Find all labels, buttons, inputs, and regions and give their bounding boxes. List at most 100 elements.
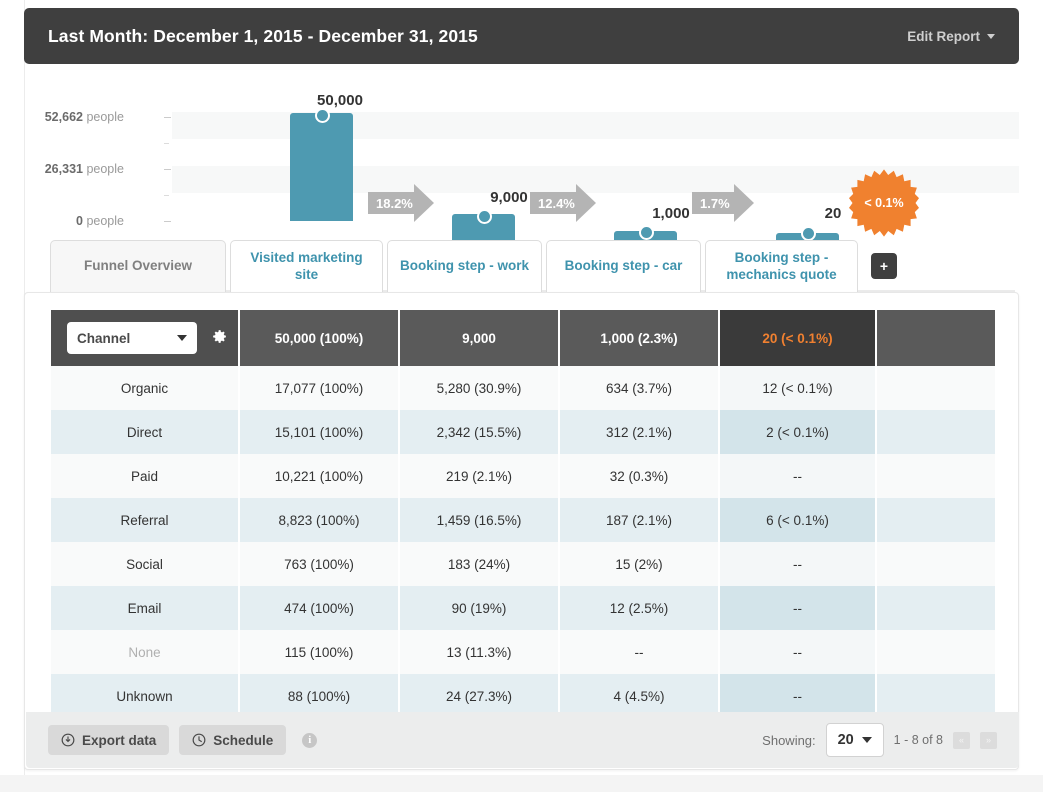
row-cell-blank — [876, 498, 997, 542]
axis-tick-mark — [164, 169, 171, 170]
row-cell: 183 (24%) — [399, 542, 560, 586]
funnel-chart: 52,662 people 26,331 people 0 people 50,… — [24, 80, 1019, 241]
row-cell: 2,342 (15.5%) — [399, 410, 560, 454]
conversion-arrow-2: 12.4% — [530, 184, 596, 222]
row-cell: 187 (2.1%) — [559, 498, 720, 542]
table-row[interactable]: Email 474 (100%) 90 (19%) 12 (2.5%) -- — [51, 586, 997, 630]
row-cell: 1,459 (16.5%) — [399, 498, 560, 542]
next-page-button[interactable]: » — [980, 731, 997, 749]
edit-report-button[interactable]: Edit Report — [907, 29, 995, 44]
row-cell: -- — [719, 542, 877, 586]
pagination-controls: Showing: 20 1 - 8 of 8 « » — [762, 723, 997, 757]
row-cell: 2 (< 0.1%) — [719, 410, 877, 454]
conversion-rate-label: 1.7% — [700, 195, 730, 211]
axis-tick-mark — [164, 117, 171, 118]
row-cell: 12 (2.5%) — [559, 586, 720, 630]
schedule-button[interactable]: Schedule — [179, 725, 287, 755]
y-axis-tick-top: 52,662 people — [44, 110, 124, 124]
tab-label: Booking step - work — [399, 258, 529, 274]
dimension-select[interactable]: Channel — [67, 322, 197, 354]
axis-tick-mark — [164, 195, 169, 196]
report-header-bar: Last Month: December 1, 2015 - December … — [24, 8, 1019, 64]
step-header-4[interactable]: 20 (< 0.1%) — [719, 310, 877, 366]
bar-marker-dot — [477, 209, 492, 224]
step-header-3[interactable]: 1,000 (2.3%) — [559, 310, 720, 366]
info-icon[interactable]: i — [302, 732, 318, 748]
edit-report-label: Edit Report — [907, 28, 980, 44]
row-cell: 12 (< 0.1%) — [719, 366, 877, 410]
row-dimension: Organic — [51, 366, 240, 410]
funnel-step-tabs: Funnel Overview Visited marketing site B… — [50, 240, 1015, 292]
report-page: Last Month: December 1, 2015 - December … — [0, 0, 1043, 792]
table-row[interactable]: None 115 (100%) 13 (11.3%) -- -- — [51, 630, 997, 674]
tab-label: Booking step - mechanics quote — [726, 249, 837, 282]
row-cell: 17,077 (100%) — [239, 366, 400, 410]
row-cell: 219 (2.1%) — [399, 454, 560, 498]
tab-label: Funnel Overview — [83, 258, 193, 274]
row-dimension: Email — [51, 586, 240, 630]
bar-marker-dot — [639, 225, 654, 240]
row-cell: 312 (2.1%) — [559, 410, 720, 454]
row-cell: -- — [719, 454, 877, 498]
table-body: Organic 17,077 (100%) 5,280 (30.9%) 634 … — [51, 366, 997, 718]
table-row[interactable]: Social 763 (100%) 183 (24%) 15 (2%) -- — [51, 542, 997, 586]
row-cell-blank — [876, 586, 997, 630]
axis-tick-mark — [164, 143, 169, 144]
row-cell: 32 (0.3%) — [559, 454, 720, 498]
row-dimension: None — [51, 630, 240, 674]
dimension-selector-cell: Channel — [51, 310, 240, 366]
row-cell: -- — [559, 630, 720, 674]
gear-icon[interactable] — [211, 328, 228, 348]
row-dimension: Social — [51, 542, 240, 586]
pagination-range-label: 1 - 8 of 8 — [893, 733, 943, 747]
table-row[interactable]: Paid 10,221 (100%) 219 (2.1%) 32 (0.3%) … — [51, 454, 997, 498]
conversion-rate-label: 12.4% — [538, 195, 575, 211]
row-cell: 8,823 (100%) — [239, 498, 400, 542]
conversion-arrow-3: 1.7% — [692, 184, 754, 222]
footer-actions: Export data Schedule i — [48, 725, 318, 755]
page-size-value: 20 — [837, 732, 854, 748]
row-cell: 763 (100%) — [239, 542, 400, 586]
tab-booking-step-mechanics-quote[interactable]: Booking step - mechanics quote — [705, 240, 858, 292]
add-step-button[interactable]: + — [871, 253, 897, 279]
overall-conversion-badge: < 0.1% — [849, 168, 919, 238]
funnel-breakdown-table: Channel 50,000 (100%) 9,000 1,000 (2.3%) — [51, 310, 997, 718]
row-cell-blank — [876, 630, 997, 674]
row-cell: 15 (2%) — [559, 542, 720, 586]
prev-page-button[interactable]: « — [953, 731, 970, 749]
step-header-2[interactable]: 9,000 — [399, 310, 560, 366]
download-circle-icon — [61, 733, 75, 747]
showing-label: Showing: — [762, 732, 816, 748]
table-row[interactable]: Direct 15,101 (100%) 2,342 (15.5%) 312 (… — [51, 410, 997, 454]
page-title: Last Month: December 1, 2015 - December … — [48, 25, 478, 46]
row-cell-blank — [876, 366, 997, 410]
funnel-breakdown-card: Channel 50,000 (100%) 9,000 1,000 (2.3%) — [24, 292, 1019, 770]
tab-booking-step-car[interactable]: Booking step - car — [546, 240, 701, 292]
row-cell: 6 (< 0.1%) — [719, 498, 877, 542]
bar-marker-dot — [315, 108, 330, 123]
funnel-bar-1[interactable] — [290, 113, 353, 221]
bar-value-label: 50,000 — [317, 92, 363, 109]
step-header-blank — [876, 310, 997, 366]
table-row[interactable]: Referral 8,823 (100%) 1,459 (16.5%) 187 … — [51, 498, 997, 542]
tab-visited-marketing-site[interactable]: Visited marketing site — [230, 240, 383, 292]
row-cell: -- — [719, 586, 877, 630]
tab-booking-step-work[interactable]: Booking step - work — [387, 240, 542, 292]
y-axis-tick-bottom: 0 people — [76, 214, 124, 228]
export-data-button[interactable]: Export data — [48, 725, 170, 755]
tab-funnel-overview[interactable]: Funnel Overview — [50, 240, 226, 292]
axis-tick-mark — [164, 221, 171, 222]
overall-conversion-label: < 0.1% — [864, 196, 904, 210]
row-cell: 634 (3.7%) — [559, 366, 720, 410]
row-cell-blank — [876, 454, 997, 498]
row-dimension: Referral — [51, 498, 240, 542]
row-cell: 15,101 (100%) — [239, 410, 400, 454]
row-cell-blank — [876, 542, 997, 586]
conversion-arrow-1: 18.2% — [368, 184, 434, 222]
row-cell: 474 (100%) — [239, 586, 400, 630]
page-size-select[interactable]: 20 — [825, 723, 884, 757]
table-row[interactable]: Organic 17,077 (100%) 5,280 (30.9%) 634 … — [51, 366, 997, 410]
clock-icon — [192, 733, 206, 747]
conversion-rate-label: 18.2% — [376, 195, 413, 211]
step-header-1[interactable]: 50,000 (100%) — [239, 310, 400, 366]
